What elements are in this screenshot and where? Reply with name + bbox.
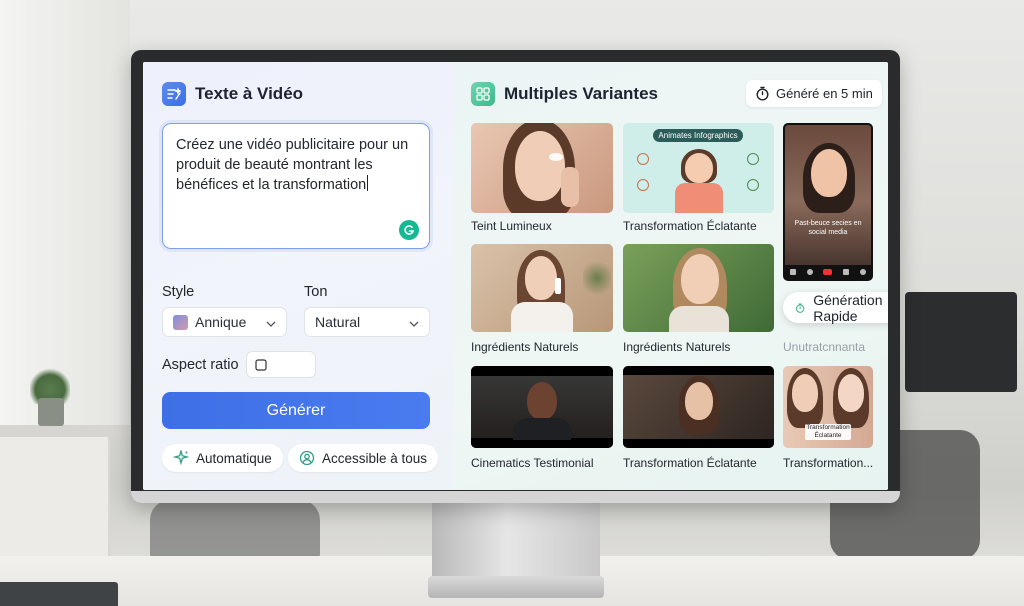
- monitor-stand-base: [428, 576, 604, 598]
- right-panel-header: Multiples Variantes: [471, 82, 658, 106]
- variant-caption: Transformation Éclatante: [623, 456, 757, 470]
- ton-label: Ton: [304, 284, 328, 300]
- automatic-pill-label: Automatique: [196, 450, 272, 466]
- thumb-overlay-text: Transformation Éclatante: [805, 424, 851, 440]
- aspect-ratio-icon: [255, 358, 267, 371]
- background-chair-left: [150, 500, 320, 560]
- user-circle-icon: [299, 450, 315, 466]
- variant-thumbnail: [623, 366, 774, 448]
- ton-value: Natural: [315, 314, 361, 330]
- phone-nav-bar: [785, 265, 871, 279]
- accessible-pill-label: Accessible à tous: [322, 450, 428, 466]
- ton-select[interactable]: Natural: [304, 307, 430, 337]
- variant-caption: Transformation...: [783, 456, 874, 470]
- style-label: Style: [162, 284, 195, 300]
- generated-time-text: Généré en 5 min: [776, 86, 873, 101]
- rapid-generation-badge: Génération Rapide: [783, 291, 888, 324]
- prompt-text: Créez une vidéo publicitaire pour un pro…: [176, 137, 409, 193]
- stopwatch-icon: [795, 303, 805, 313]
- plant-pot: [38, 398, 64, 426]
- stopwatch-icon: [756, 86, 769, 101]
- variant-caption: Ingrédients Naturels: [623, 340, 731, 354]
- phone-thumbnail: Past-beuce secies en social media: [783, 123, 873, 281]
- text-caret: [367, 175, 369, 191]
- variant-caption: Cinematics Testimonial: [471, 456, 594, 470]
- aspect-ratio-select[interactable]: [246, 351, 316, 378]
- book: [0, 582, 118, 606]
- left-panel-title: Texte à Vidéo: [195, 84, 304, 103]
- sparkle-icon: [173, 450, 189, 466]
- monitor-stand: [432, 500, 600, 580]
- background-shelf: [0, 425, 140, 437]
- variant-caption: Ingrédients Naturels: [471, 340, 579, 354]
- right-panel-title: Multiples Variantes: [504, 84, 658, 103]
- generate-button[interactable]: Générer: [162, 392, 430, 429]
- variant-thumbnail: Transformation Éclatante: [783, 366, 873, 448]
- style-value: Annique: [195, 314, 247, 330]
- prompt-textarea[interactable]: Créez une vidéo publicitaire pour un pro…: [162, 123, 430, 249]
- background-monitor: [905, 292, 1017, 392]
- aspect-ratio-label: Aspect ratio: [162, 357, 239, 373]
- monitor-chin: [131, 491, 900, 503]
- text-to-video-panel: Texte à Vidéo Créez une vidéo publicitai…: [143, 62, 453, 490]
- accessible-pill[interactable]: Accessible à tous: [288, 444, 439, 472]
- variants-panel: Multiples Variantes Généré en 5 min Tein…: [453, 62, 888, 490]
- chevron-down-icon: [266, 314, 276, 330]
- variant-thumbnail: [471, 244, 613, 332]
- automatic-pill[interactable]: Automatique: [162, 444, 283, 472]
- background-cabinet: [0, 437, 110, 557]
- style-swatch: [173, 314, 188, 330]
- variant-thumbnail: Animates Infographics: [623, 123, 774, 213]
- variant-caption: Teint Lumineux: [471, 219, 552, 233]
- variant-caption: Unutratcnnanta: [783, 340, 866, 354]
- variant-caption: Transformation Éclatante: [623, 219, 757, 233]
- text-wand-icon: [162, 82, 186, 106]
- phone-overlay-caption: Past-beuce secies en social media: [794, 220, 862, 236]
- variant-thumbnail: [471, 123, 613, 213]
- style-select[interactable]: Annique: [162, 307, 287, 337]
- grammar-check-icon[interactable]: [399, 220, 419, 240]
- generated-time-badge: Généré en 5 min: [746, 80, 882, 107]
- background-window: [0, 0, 130, 430]
- variant-thumbnail: [471, 366, 613, 448]
- infographic-title: Animates Infographics: [653, 129, 743, 142]
- rapid-generation-text: Génération Rapide: [813, 291, 883, 324]
- chevron-down-icon: [409, 314, 419, 330]
- left-panel-header: Texte à Vidéo: [162, 82, 303, 106]
- grid-icon: [471, 82, 495, 106]
- variant-thumbnail: [623, 244, 774, 332]
- app-screen: Texte à Vidéo Créez une vidéo publicitai…: [143, 62, 888, 490]
